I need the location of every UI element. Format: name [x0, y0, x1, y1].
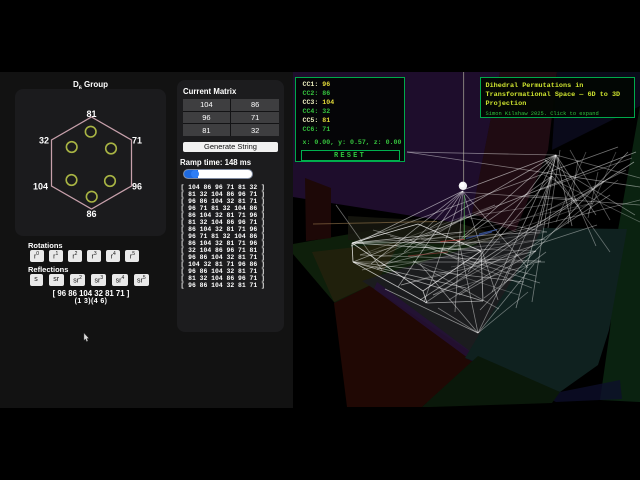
svg-text:81: 81	[86, 109, 96, 119]
svg-text:86: 86	[86, 209, 96, 219]
svg-text:96: 96	[132, 182, 142, 192]
svg-text:104: 104	[33, 182, 48, 192]
svg-text:71: 71	[132, 136, 142, 146]
svg-text:32: 32	[39, 136, 49, 146]
